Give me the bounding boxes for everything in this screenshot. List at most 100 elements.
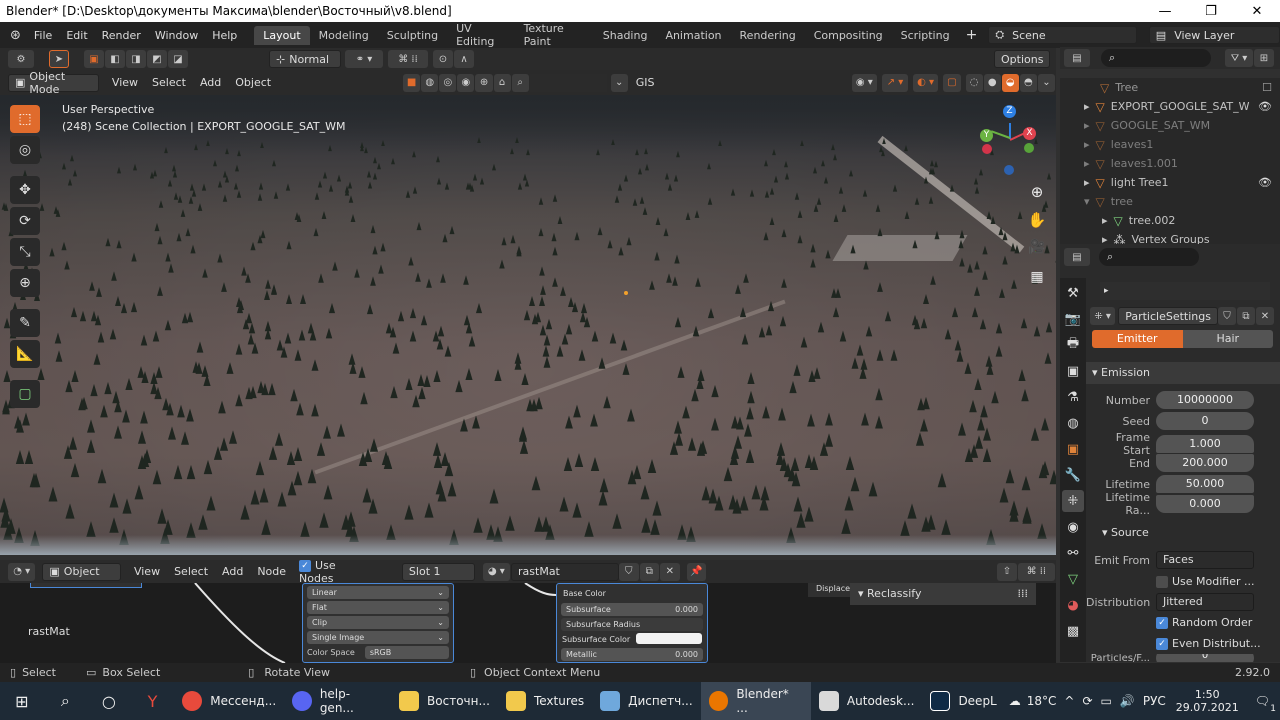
use-nodes-checkbox[interactable]: ✓ <box>299 559 312 572</box>
tray-volume-icon[interactable]: 🔊 <box>1116 682 1139 720</box>
tray-network-icon[interactable]: ⟳ <box>1078 682 1096 720</box>
clock[interactable]: 1:50 29.07.2021 <box>1170 682 1245 720</box>
texture-tab-icon[interactable]: ▩ <box>1062 620 1084 642</box>
tool-tab-icon[interactable]: ⚒ <box>1062 282 1084 304</box>
pivot-icon[interactable]: ⚭ ▾ <box>345 50 383 68</box>
subsurface-color-swatch[interactable] <box>636 633 702 644</box>
zoom-icon[interactable]: ⊕ <box>1026 183 1048 205</box>
principled-bsdf-node[interactable]: Base Color Subsurface 0.000 Subsurface Ra… <box>556 583 708 663</box>
tab-sculpting[interactable]: Sculpting <box>378 26 447 45</box>
material-tab-icon[interactable]: ◕ <box>1062 594 1084 616</box>
select-invert-icon[interactable]: ◩ <box>147 50 167 68</box>
pin-icon[interactable]: 📌 <box>686 562 707 581</box>
pan-hand-icon[interactable]: ✋ <box>1026 211 1048 233</box>
expand-icon[interactable]: ▸ <box>1102 233 1108 244</box>
viewport-menu-object[interactable]: Object <box>228 76 278 89</box>
camera-view-icon[interactable]: 🎥 <box>1026 239 1048 261</box>
random-order-checkbox[interactable]: ✓ <box>1156 616 1168 629</box>
taskbar-app-deepl[interactable]: DeepL <box>922 682 1004 720</box>
3d-viewport[interactable]: User Perspective (248) Scene Collection … <box>0 95 1056 555</box>
scale-tool-icon[interactable]: ⤡ <box>10 238 40 266</box>
cursor-tool-icon[interactable]: ◎ <box>10 136 40 164</box>
frame-node[interactable] <box>30 583 142 588</box>
data-tab-icon[interactable]: ▽ <box>1062 568 1084 590</box>
image-texture-node[interactable]: Linear ⌄ Flat ⌄ Clip ⌄ Single Image ⌄ Color … <box>302 583 454 663</box>
menu-edit[interactable]: Edit <box>59 29 94 42</box>
fake-user-icon[interactable]: ⛉ <box>1217 307 1236 325</box>
gizmo-neg-x[interactable] <box>982 144 992 154</box>
expand-icon[interactable]: ▸ <box>1084 157 1090 170</box>
add-workspace-button[interactable]: + <box>959 27 985 43</box>
modifier-tab-icon[interactable]: 🔧 <box>1062 464 1084 486</box>
outliner-editor-icon[interactable]: ▤ <box>1064 49 1090 67</box>
weather-widget[interactable]: ☁ 18°C <box>1005 682 1061 720</box>
node-menu-view[interactable]: View <box>127 565 167 578</box>
eye-icon[interactable]: 👁 <box>1258 100 1272 113</box>
reclassify-panel[interactable]: ▾ Reclassify ⁞⁞⁞ <box>850 583 1036 605</box>
outliner-row[interactable]: ▾ ▽ tree <box>1060 192 1280 211</box>
subsurface-radius-dropdown[interactable]: Subsurface Radius <box>561 618 703 631</box>
viewport-menu-add[interactable]: Add <box>193 76 228 89</box>
minimize-button[interactable]: — <box>1142 0 1188 22</box>
blender-logo-icon[interactable]: ⊛ <box>0 28 27 43</box>
tab-scripting[interactable]: Scripting <box>892 26 959 45</box>
material-shading-icon[interactable]: ◒ <box>1001 73 1019 92</box>
expand-icon[interactable]: ▸ <box>1084 100 1090 113</box>
extension-dropdown[interactable]: Clip ⌄ <box>307 616 449 629</box>
taskbar-app-discord[interactable]: help-gen... <box>284 682 391 720</box>
gis-search-icon[interactable]: ⌕ <box>511 73 529 92</box>
editor-type-icon[interactable]: ⚙ <box>8 50 34 68</box>
outliner-search-field[interactable]: ⌕ <box>1101 49 1211 67</box>
particle-settings-icon[interactable]: ⁜ ▾ <box>1090 307 1116 325</box>
snap-icon[interactable]: ⌘ ⁞⁞ <box>388 50 428 68</box>
options-dropdown[interactable]: Options <box>994 50 1050 68</box>
new-collection-icon[interactable]: ⊞ <box>1254 49 1274 67</box>
maximize-button[interactable]: ❐ <box>1188 0 1234 22</box>
scene-selector[interactable]: ⛭ Scene <box>988 26 1137 44</box>
expand-icon[interactable]: ▸ <box>1102 214 1108 227</box>
gizmo-x-axis[interactable]: X <box>1023 127 1036 140</box>
particle-system-list[interactable]: ▸ <box>1100 282 1270 300</box>
tray-chevron-icon[interactable]: ^ <box>1060 682 1078 720</box>
gis-menu[interactable]: GIS <box>629 76 662 89</box>
close-button[interactable]: ✕ <box>1234 0 1280 22</box>
unlink-icon[interactable]: ✕ <box>1255 307 1274 325</box>
node-menu-select[interactable]: Select <box>167 565 215 578</box>
annotate-tool-icon[interactable]: ✎ <box>10 309 40 337</box>
color-space-dropdown[interactable]: sRGB <box>364 646 449 659</box>
source-panel-header[interactable]: ▾ Source <box>1096 523 1276 543</box>
physics-tab-icon[interactable]: ◉ <box>1062 516 1084 538</box>
slot-dropdown[interactable]: Slot 1 <box>401 562 475 581</box>
taskbar-app-folder-textures[interactable]: Textures <box>498 682 592 720</box>
notifications-icon[interactable]: 🗨 1 <box>1245 682 1280 720</box>
viewport-menu-select[interactable]: Select <box>145 76 193 89</box>
particles-tab-icon[interactable]: ⁜ <box>1062 490 1084 512</box>
node-menu-node[interactable]: Node <box>250 565 293 578</box>
falloff-icon[interactable]: ∧ <box>454 50 474 68</box>
move-tool-icon[interactable]: ✥ <box>10 176 40 204</box>
eye-icon[interactable]: 👁 <box>1258 176 1272 189</box>
tab-texture-paint[interactable]: Texture Paint <box>515 19 594 51</box>
visibility-icon[interactable]: ◉ ▾ <box>851 73 878 92</box>
menu-help[interactable]: Help <box>205 29 244 42</box>
tab-animation[interactable]: Animation <box>656 26 730 45</box>
tab-modeling[interactable]: Modeling <box>310 26 378 45</box>
properties-search-field[interactable]: ⌕ <box>1099 248 1199 266</box>
outliner-row[interactable]: ▸ ▽ leaves1 <box>1060 135 1280 154</box>
parent-node-icon[interactable]: ⇧ <box>997 562 1017 581</box>
properties-editor-icon[interactable]: ▤ <box>1064 248 1090 266</box>
material-unlink-icon[interactable]: ✕ <box>660 562 680 581</box>
windows-start-icon[interactable]: ⊞ <box>0 682 44 720</box>
wireframe-shading-icon[interactable]: ◌ <box>965 73 983 92</box>
material-fake-user-icon[interactable]: ⛉ <box>618 562 639 581</box>
outliner-row[interactable]: ▸ ▽ light Tree1 👁 <box>1060 173 1280 192</box>
node-snap-icon[interactable]: ⌘ ⁞⁞ <box>1017 562 1055 581</box>
view-layer-selector[interactable]: ▤ View Layer <box>1148 26 1280 44</box>
select-intersect-icon[interactable]: ◪ <box>168 50 188 68</box>
mode-dropdown[interactable]: ▣ Object Mode <box>8 70 99 96</box>
gizmo-neg-y[interactable] <box>1024 143 1034 153</box>
exclude-checkbox[interactable]: ☐ <box>1262 81 1272 94</box>
collapse-icon[interactable]: ▾ <box>1084 195 1090 208</box>
node-editor-type-icon[interactable]: ◔ ▾ <box>8 562 36 581</box>
gis-icon-3[interactable]: ◎ <box>439 73 457 92</box>
